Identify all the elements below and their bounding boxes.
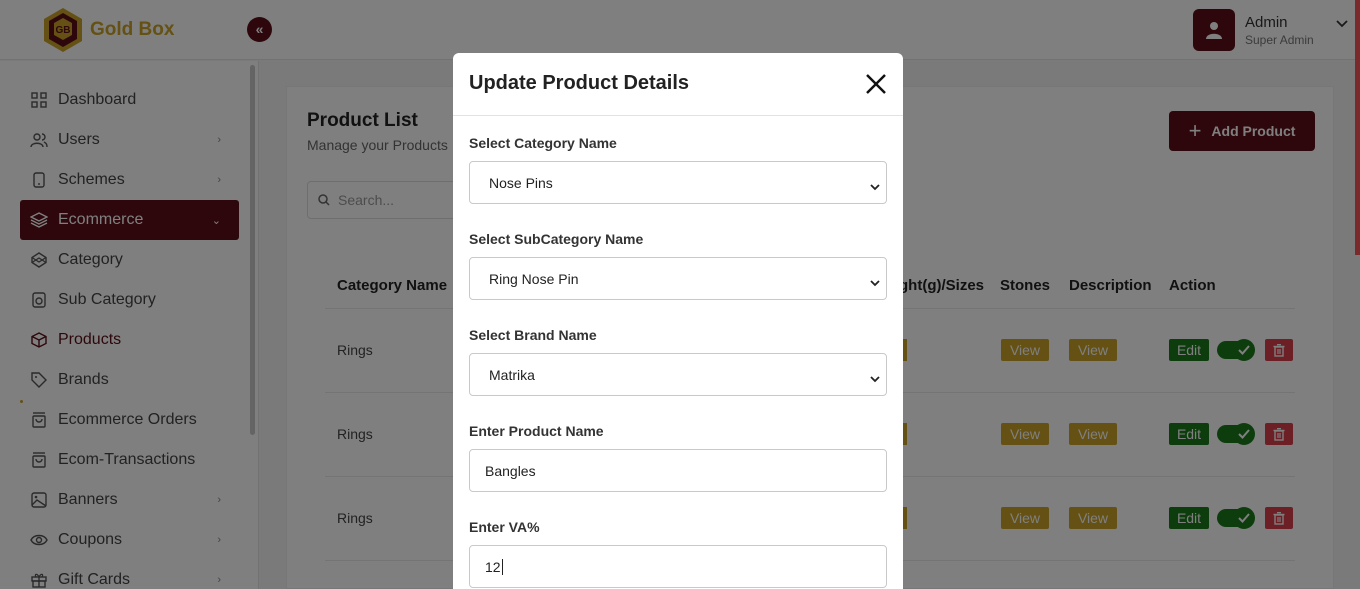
select-subcategory-name-label: Select SubCategory Name [469, 231, 644, 247]
field-value: Matrika [489, 366, 535, 383]
update-product-modal: Update Product Details Select Category N… [453, 53, 903, 589]
field-value: 12 [485, 558, 501, 575]
select-brand-name-select[interactable]: Matrika [469, 353, 887, 396]
chevron-down-icon [870, 370, 880, 386]
select-category-name-label: Select Category Name [469, 135, 617, 151]
enter-va-field[interactable]: 12 [469, 545, 887, 588]
chevron-down-icon [870, 178, 880, 194]
field-value: Ring Nose Pin [489, 270, 579, 287]
page-scrollbar[interactable] [1355, 0, 1360, 255]
modal-title: Update Product Details [469, 72, 690, 94]
field-value: Nose Pins [489, 174, 553, 191]
chevron-down-icon [870, 274, 880, 290]
field-value: Bangles [485, 462, 536, 479]
close-icon[interactable] [863, 71, 889, 97]
enter-product-name-field[interactable]: Bangles [469, 449, 887, 492]
select-subcategory-name-select[interactable]: Ring Nose Pin [469, 257, 887, 300]
select-category-name-select[interactable]: Nose Pins [469, 161, 887, 204]
text-cursor [501, 558, 503, 575]
select-brand-name-label: Select Brand Name [469, 327, 597, 343]
modal-header: Update Product Details [453, 53, 903, 116]
enter-va-label: Enter VA% [469, 519, 540, 535]
enter-product-name-label: Enter Product Name [469, 423, 604, 439]
